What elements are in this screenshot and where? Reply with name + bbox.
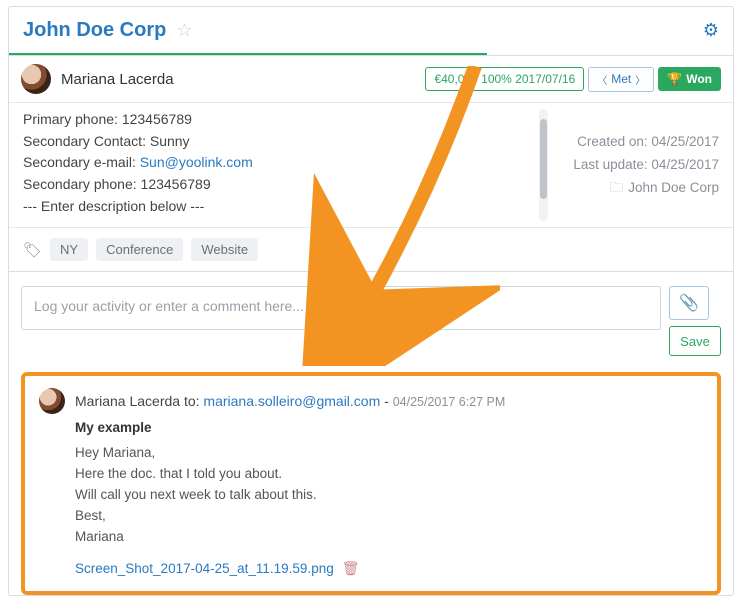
- deal-status-label: Won: [686, 72, 712, 86]
- tag-item[interactable]: Website: [191, 238, 258, 261]
- deal-stage-badge[interactable]: 〈 Met 〉: [588, 67, 654, 92]
- avatar: [39, 388, 65, 414]
- tag-icon[interactable]: 🏷: [23, 241, 42, 259]
- tag-item[interactable]: NY: [50, 238, 88, 261]
- avatar: [21, 64, 51, 94]
- tag-item[interactable]: Conference: [96, 238, 183, 261]
- save-button[interactable]: Save: [669, 326, 721, 356]
- email-subject: My example: [75, 420, 701, 435]
- meta-panel: Created on: 04/25/2017 Last update: 04/2…: [551, 103, 733, 227]
- star-icon[interactable]: ☆: [176, 20, 192, 41]
- email-body: Hey Mariana, Here the doc. that I told y…: [75, 443, 701, 548]
- meta-folder[interactable]: John Doe Corp: [628, 180, 719, 195]
- details-panel: Primary phone: 123456789 Secondary Conta…: [9, 103, 539, 227]
- comment-input[interactable]: Log your activity or enter a comment her…: [21, 286, 661, 330]
- attach-button[interactable]: 📎: [669, 286, 709, 320]
- activity-entry: Mariana Lacerda to: mariana.solleiro@gma…: [21, 372, 721, 595]
- contact-name[interactable]: Mariana Lacerda: [61, 71, 174, 88]
- activity-timestamp: 04/25/2017 6:27 PM: [393, 395, 506, 409]
- paperclip-icon: 📎: [679, 293, 699, 313]
- deal-stage-label: Met: [611, 72, 631, 86]
- folder-icon: 🗀: [610, 180, 624, 195]
- gear-icon[interactable]: ⚙: [703, 20, 719, 41]
- scrollbar[interactable]: [539, 109, 548, 221]
- attachment-link[interactable]: Screen_Shot_2017-04-25_at_11.19.59.png: [75, 561, 334, 576]
- deal-amount-badge[interactable]: €40,000 100% 2017/07/16: [425, 67, 584, 91]
- chevron-left-icon: 〈: [597, 72, 607, 87]
- chevron-right-icon: 〉: [635, 72, 645, 87]
- trash-icon[interactable]: 🗑: [342, 560, 360, 577]
- deal-status-badge[interactable]: 🏆 Won: [658, 67, 721, 91]
- activity-from: Mariana Lacerda: [75, 393, 180, 409]
- company-title[interactable]: John Doe Corp: [23, 19, 166, 42]
- activity-to-email[interactable]: mariana.solleiro@gmail.com: [203, 393, 380, 409]
- trophy-icon: 🏆: [667, 72, 682, 86]
- secondary-email-link[interactable]: Sun@yoolink.com: [140, 154, 253, 170]
